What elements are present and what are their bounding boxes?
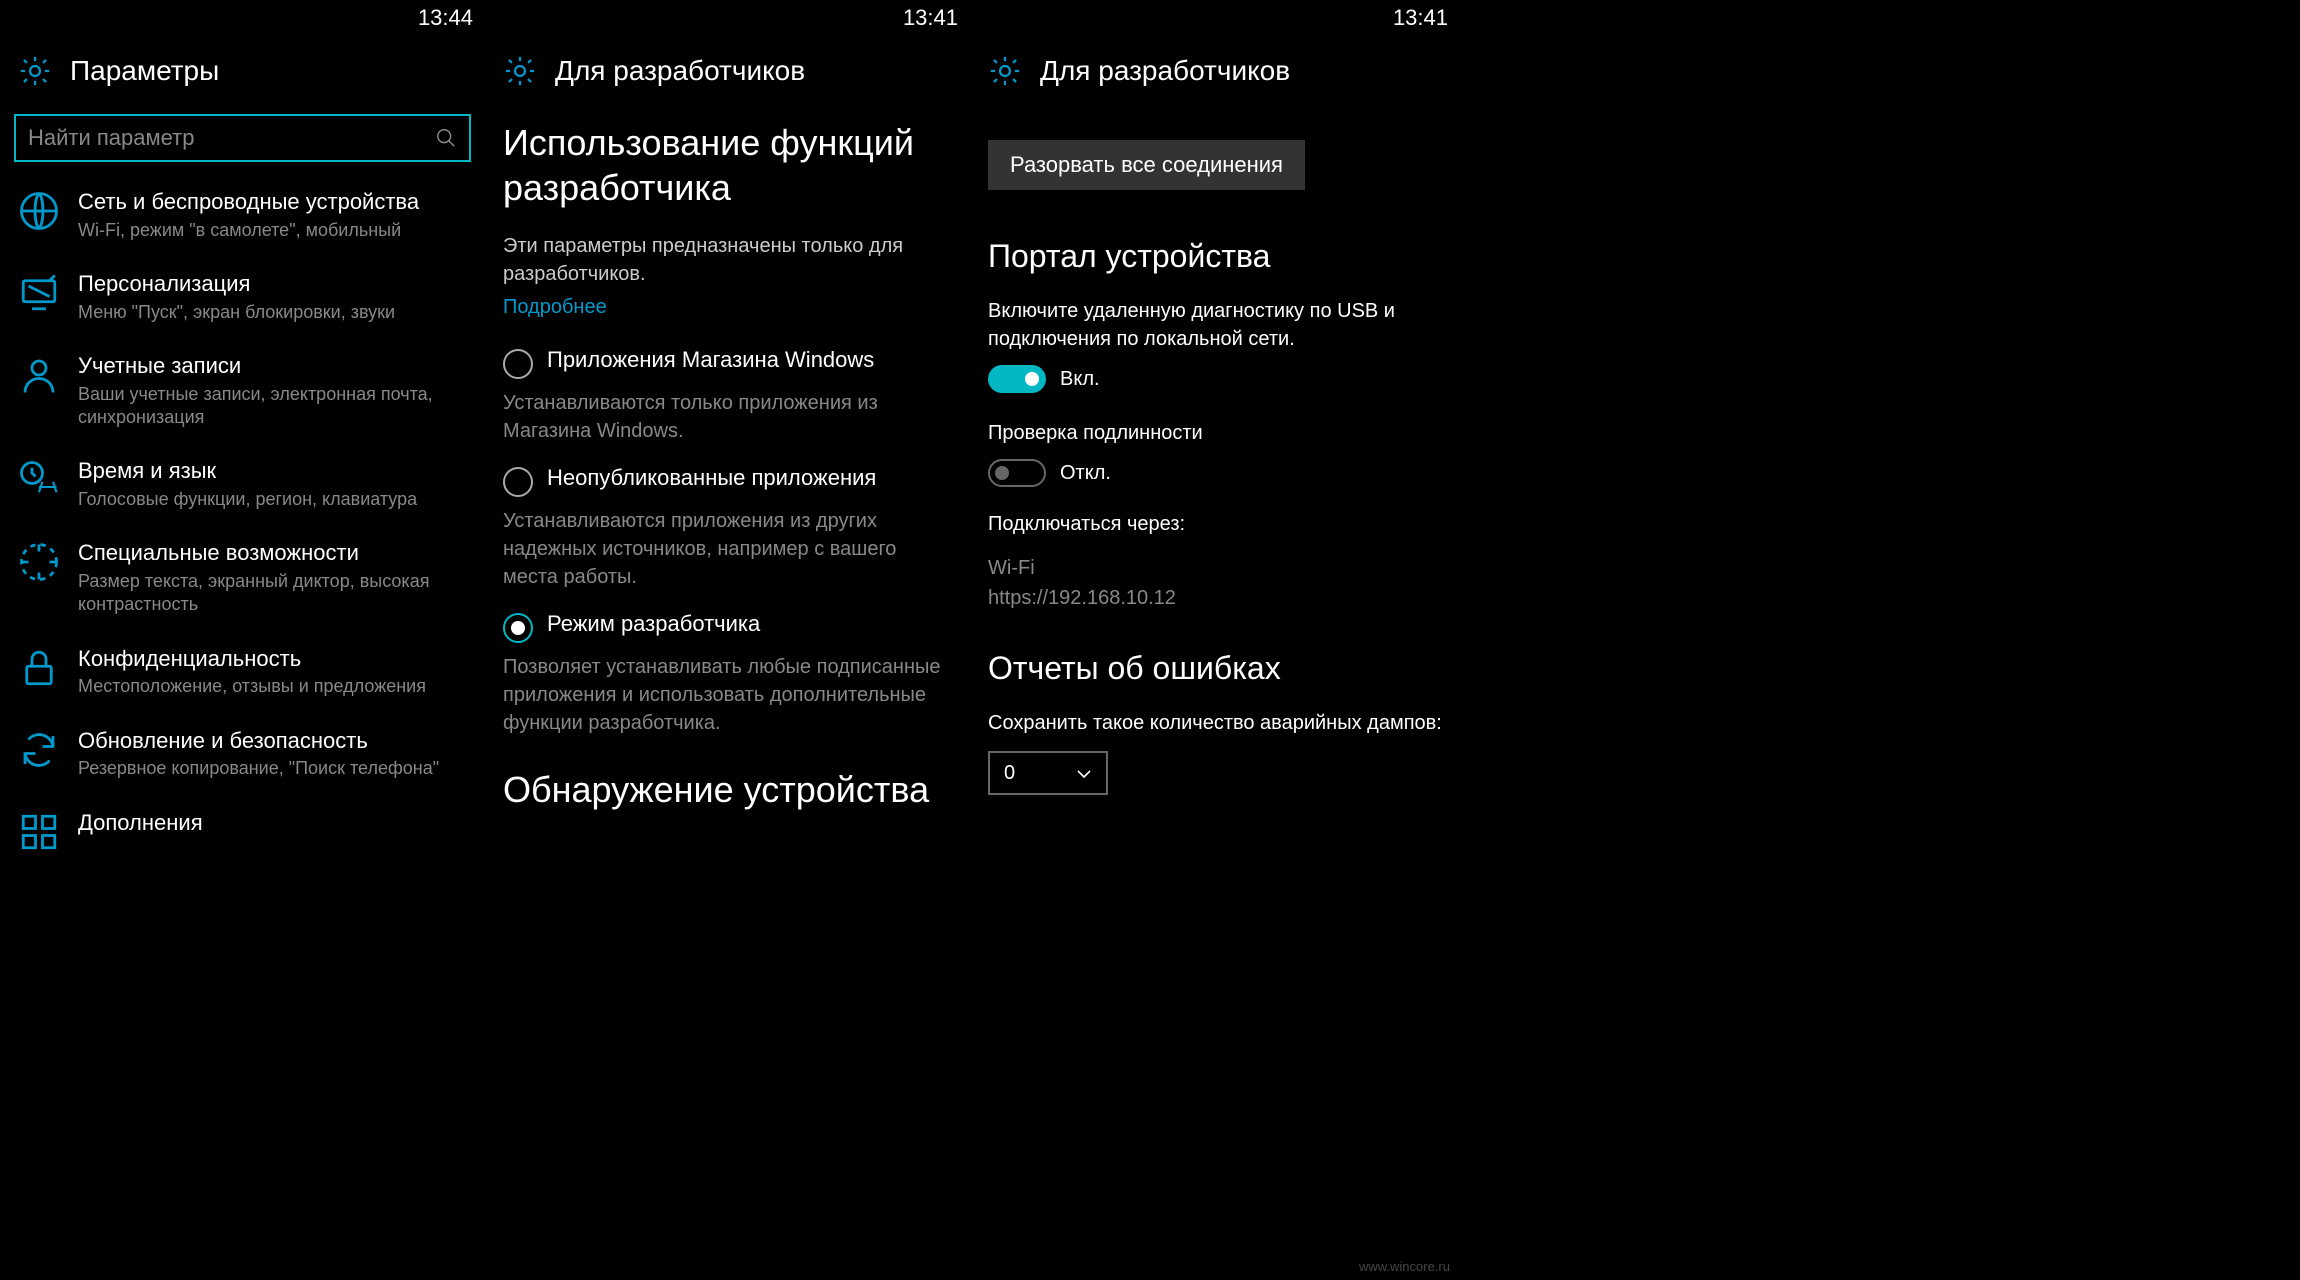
radio-desc: Позволяет устанавливать любые подписанны… [503,653,952,737]
settings-item-label: Дополнения [78,809,467,838]
search-box[interactable] [14,114,471,162]
settings-item-time-language[interactable]: Время и язык Голосовые функции, регион, … [14,443,471,525]
settings-item-label: Персонализация [78,270,467,299]
connect-via-network: Wi-Fi [988,554,1442,582]
settings-item-label: Учетные записи [78,352,467,381]
sync-icon [18,729,60,771]
learn-more-link[interactable]: Подробнее [503,296,607,319]
connect-via-url: https://192.168.10.12 [988,584,1442,612]
person-icon [18,354,60,396]
settings-item-personalization[interactable]: Персонализация Меню "Пуск", экран блокир… [14,256,471,338]
radio-option-dev-mode[interactable]: Режим разработчика [503,611,952,643]
disconnect-all-button[interactable]: Разорвать все соединения [988,140,1305,190]
settings-item-accessibility[interactable]: Специальные возможности Размер текста, э… [14,525,471,630]
radio-label: Приложения Магазина Windows [547,347,952,373]
dropdown-value: 0 [1004,762,1015,785]
title-bar: Для разработчиков [970,36,1460,106]
globe-icon [18,190,60,232]
radio-desc: Устанавливаются приложения из других над… [503,507,952,591]
status-bar: 13:41 [970,0,1460,36]
screen-developer-options: 13:41 Для разработчиков Использование фу… [485,0,970,1280]
connect-via-heading: Подключаться через: [988,513,1442,536]
status-clock: 13:41 [903,5,958,31]
settings-item-privacy[interactable]: Конфиденциальность Местоположение, отзыв… [14,631,471,713]
gear-icon [18,54,52,88]
screen-device-portal: 13:41 Для разработчиков Разорвать все со… [970,0,1460,1280]
status-bar: 13:41 [485,0,970,36]
settings-item-accounts[interactable]: Учетные записи Ваши учетные записи, элек… [14,338,471,443]
settings-item-label: Специальные возможности [78,539,467,568]
page-title: Для разработчиков [555,55,805,87]
title-bar: Параметры [0,36,485,106]
screen-settings: 13:44 Параметры Сеть и беспроводные устр… [0,0,485,1280]
settings-item-network[interactable]: Сеть и беспроводные устройства Wi-Fi, ре… [14,174,471,256]
gear-icon [988,54,1022,88]
settings-item-desc: Размер текста, экранный диктор, высокая … [78,570,467,617]
search-icon [435,127,457,149]
gear-icon [503,54,537,88]
settings-item-desc: Wi-Fi, режим "в самолете", мобильный [78,219,467,242]
radio-icon [503,349,533,379]
settings-item-label: Конфиденциальность [78,645,467,674]
watermark: www.wincore.ru [1359,1259,1450,1274]
radio-option-sideload[interactable]: Неопубликованные приложения [503,465,952,497]
lock-icon [18,647,60,689]
settings-item-desc: Ваши учетные записи, электронная почта, … [78,383,467,430]
section-intro: Эти параметры предназначены только для р… [503,232,952,288]
status-bar: 13:44 [0,0,485,36]
portal-toggle[interactable] [988,365,1046,393]
settings-item-label: Сеть и беспроводные устройства [78,188,467,217]
radio-label: Режим разработчика [547,611,952,637]
toggle-state-label: Вкл. [1060,368,1100,391]
page-title: Параметры [70,55,219,87]
status-clock: 13:44 [418,5,473,31]
radio-option-store-apps[interactable]: Приложения Магазина Windows [503,347,952,379]
time-language-icon [18,459,60,501]
settings-item-extras[interactable]: Дополнения [14,795,471,867]
radio-desc: Устанавливаются только приложения из Маг… [503,389,952,445]
status-clock: 13:41 [1393,5,1448,31]
portal-description: Включите удаленную диагностику по USB и … [988,297,1442,353]
search-input[interactable] [28,125,435,151]
settings-item-desc: Меню "Пуск", экран блокировки, звуки [78,301,467,324]
crash-dumps-dropdown[interactable]: 0 [988,751,1108,795]
radio-icon [503,613,533,643]
section-heading: Использование функций разработчика [503,120,952,210]
auth-heading: Проверка подлинности [988,419,1442,447]
accessibility-icon [18,541,60,583]
extras-icon [18,811,60,853]
crash-dumps-label: Сохранить такое количество аварийных дам… [988,709,1442,737]
settings-item-desc: Резервное копирование, "Поиск телефона" [78,757,467,780]
portal-heading: Портал устройства [988,238,1442,275]
title-bar: Для разработчиков [485,36,970,106]
settings-item-label: Обновление и безопасность [78,727,467,756]
toggle-state-label: Откл. [1060,462,1111,485]
settings-item-desc: Голосовые функции, регион, клавиатура [78,488,467,511]
page-title: Для разработчиков [1040,55,1290,87]
chevron-down-icon [1076,762,1092,785]
auth-toggle[interactable] [988,459,1046,487]
radio-icon [503,467,533,497]
radio-label: Неопубликованные приложения [547,465,952,491]
settings-item-update[interactable]: Обновление и безопасность Резервное копи… [14,713,471,795]
personalization-icon [18,272,60,314]
settings-item-label: Время и язык [78,457,467,486]
section-heading-discovery: Обнаружение устройства [503,767,952,812]
settings-item-desc: Местоположение, отзывы и предложения [78,675,467,698]
crash-reports-heading: Отчеты об ошибках [988,650,1442,687]
